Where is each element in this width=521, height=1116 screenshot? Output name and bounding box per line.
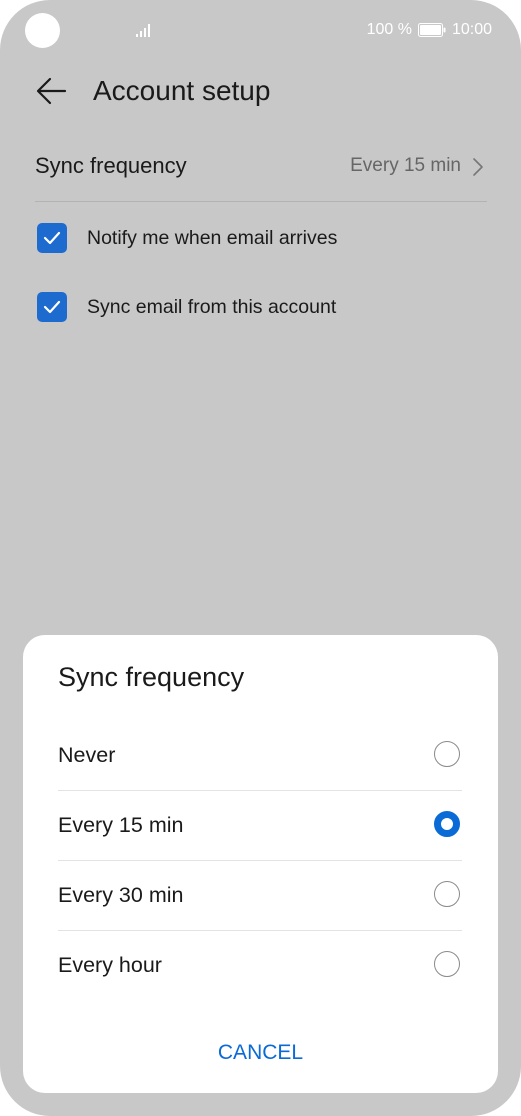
cancel-button[interactable]: CANCEL [23, 1035, 498, 1071]
sync-frequency-setting[interactable]: Sync frequency Every 15 min [35, 138, 487, 202]
checkmark-icon [43, 300, 61, 314]
back-arrow-icon[interactable] [34, 74, 68, 108]
option-every-15-min[interactable]: Every 15 min [58, 791, 462, 861]
status-right: 100 % 10:00 [367, 21, 492, 39]
radio-button[interactable] [434, 951, 460, 977]
notify-checkbox[interactable] [37, 223, 67, 253]
phone-screen: 100 % 10:00 Account setup Sync frequency… [0, 0, 521, 1116]
chevron-right-icon [473, 158, 483, 176]
radio-button[interactable] [434, 881, 460, 907]
option-label: Never [58, 743, 116, 767]
notify-setting[interactable]: Notify me when email arrives [37, 218, 487, 258]
radio-button[interactable] [434, 741, 460, 767]
battery-icon [417, 23, 446, 37]
sync-email-checkbox[interactable] [37, 292, 67, 322]
option-every-hour[interactable]: Every hour [58, 931, 462, 1001]
sync-frequency-dialog: Sync frequency Never Every 15 min Every … [23, 635, 498, 1093]
option-every-30-min[interactable]: Every 30 min [58, 861, 462, 931]
option-label: Every 15 min [58, 813, 184, 837]
checkmark-icon [43, 231, 61, 245]
notify-label: Notify me when email arrives [87, 227, 338, 249]
clock: 10:00 [451, 21, 492, 38]
battery-percent: 100 % [366, 21, 412, 38]
sync-email-label: Sync email from this account [87, 296, 337, 318]
page-title: Account setup [93, 75, 271, 106]
option-label: Every 30 min [58, 883, 184, 907]
dialog-title: Sync frequency [58, 662, 245, 692]
option-never[interactable]: Never [58, 721, 462, 791]
sync-email-setting[interactable]: Sync email from this account [37, 287, 487, 327]
status-bar: 100 % 10:00 [0, 0, 521, 62]
front-camera [25, 13, 60, 48]
sync-frequency-label: Sync frequency [35, 153, 187, 178]
sync-frequency-value: Every 15 min [350, 155, 461, 176]
signal-icon [136, 24, 150, 37]
option-label: Every hour [58, 953, 162, 977]
radio-button-selected[interactable] [434, 811, 460, 837]
app-header: Account setup [0, 62, 521, 120]
